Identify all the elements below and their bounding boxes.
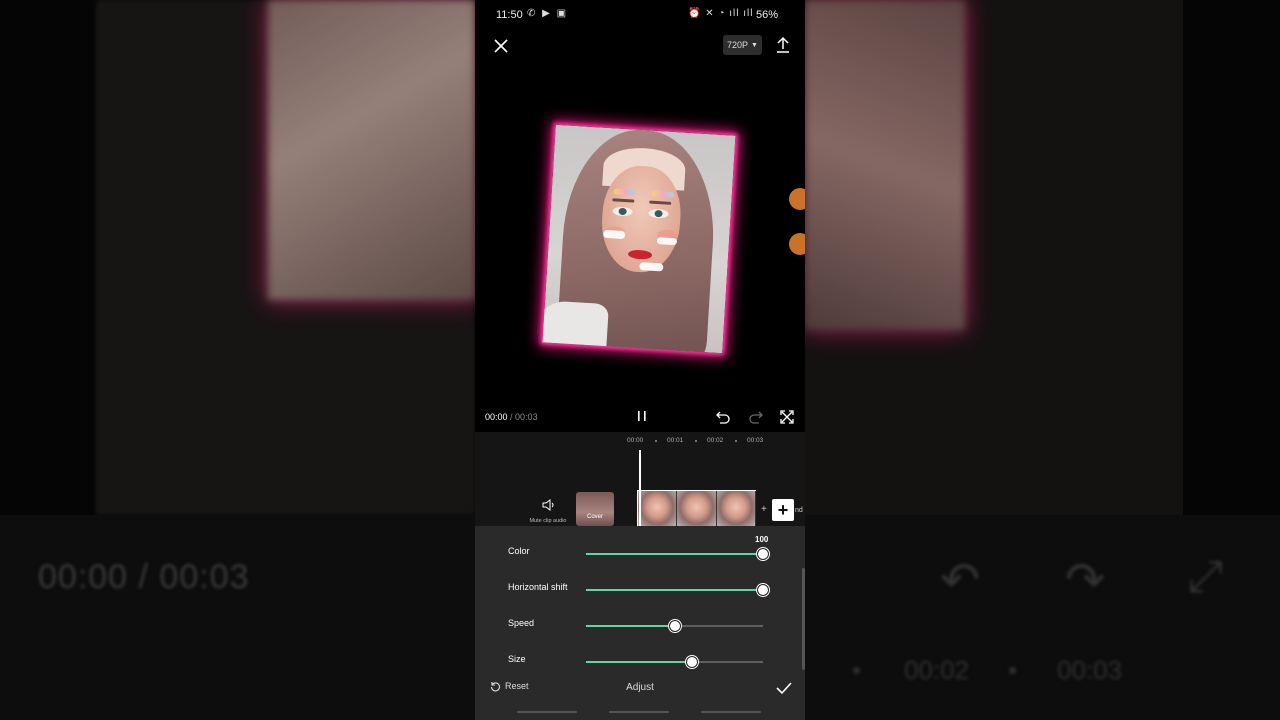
notification-icons: ✆ ▶ ▣ <box>527 8 569 19</box>
slider-row-horizontal-shift: Horizontal shift <box>475 579 805 603</box>
clip-thumbnail <box>677 491 717 527</box>
nav-handle[interactable] <box>517 711 577 713</box>
slider-fill <box>586 661 693 663</box>
ruler-dot <box>655 440 657 442</box>
speed-slider[interactable] <box>586 620 763 632</box>
bg-fullscreen-icon: ⤢ <box>1188 552 1224 601</box>
bg-timecode: 00:00 / 00:03 <box>38 558 250 596</box>
battery-level: 56% <box>756 9 779 21</box>
panel-title: Adjust <box>626 682 654 693</box>
bg-tick-dot: • <box>852 655 862 685</box>
panel-scrollbar[interactable] <box>802 568 805 670</box>
slider-thumb[interactable] <box>757 584 769 596</box>
editor-topbar: 720P ▼ <box>475 30 805 60</box>
eye-shape <box>612 206 633 217</box>
slider-fill <box>586 553 763 555</box>
chevron-down-icon: ▼ <box>751 41 758 49</box>
fullscreen-icon[interactable] <box>779 409 795 425</box>
video-clips[interactable] <box>637 490 756 527</box>
clip-thumbnail <box>638 491 678 527</box>
slider-row-color: Color 100 <box>475 535 805 567</box>
clip-thumbnail <box>716 491 756 527</box>
slider-label: Horizontal shift <box>508 582 568 592</box>
current-time: 00:00 <box>485 412 508 422</box>
bg-tick-dot: • <box>1008 655 1018 685</box>
color-slider[interactable]: 100 <box>586 535 769 560</box>
timeline[interactable]: 00:00 00:01 00:02 00:03 Mute clip audio … <box>475 432 805 527</box>
video-preview[interactable] <box>499 64 780 400</box>
mute-label: Mute clip audio <box>529 518 567 524</box>
add-clip-button[interactable]: + <box>772 499 794 521</box>
status-time: 11:50 <box>496 9 523 21</box>
slider-row-speed: Speed <box>475 615 805 639</box>
playhead[interactable] <box>639 450 641 526</box>
bg-tick-label: 00:03 <box>1057 655 1123 685</box>
ruler-label: 00:03 <box>747 437 764 444</box>
size-slider[interactable] <box>586 656 763 668</box>
eye-shape <box>648 208 669 219</box>
mute-clip-audio-button[interactable]: Mute clip audio <box>528 498 568 524</box>
export-icon[interactable] <box>775 36 791 54</box>
resolution-value: 720P <box>727 40 749 50</box>
status-bar: 11:50 ✆ ▶ ▣ ⏰ ✕ ◔ ıll ıll 56% <box>475 0 805 30</box>
phone-screen: 11:50 ✆ ▶ ▣ ⏰ ✕ ◔ ıll ıll 56% 720P ▼ 00:… <box>475 0 805 720</box>
end-label: nd <box>795 507 803 514</box>
slider-fill <box>586 625 675 627</box>
horizontal-shift-slider[interactable] <box>586 584 769 596</box>
total-time: 00:03 <box>515 412 538 422</box>
bg-right-photo <box>805 0 965 330</box>
bg-tick-label: 00:02 <box>904 655 970 685</box>
bg-left-photo <box>268 0 475 300</box>
ruler-label: 00:00 <box>627 437 644 444</box>
rainbow-shape <box>613 188 637 196</box>
plus-icon: + <box>777 499 789 520</box>
bg-undo-icon: ↶ <box>940 554 981 607</box>
ruler-label: 00:02 <box>707 437 724 444</box>
close-icon[interactable] <box>491 36 511 56</box>
nav-handle[interactable] <box>701 711 761 713</box>
adjust-footer: Reset Adjust <box>475 674 805 704</box>
ruler-dot <box>735 440 737 442</box>
shoulder-shape <box>542 300 609 354</box>
slider-thumb[interactable] <box>668 620 681 632</box>
cloud-shape <box>603 229 626 240</box>
brush-icon[interactable] <box>789 188 805 210</box>
slider-label: Color <box>508 546 530 556</box>
cover-button[interactable]: Cover <box>576 492 614 526</box>
redo-icon[interactable] <box>748 409 764 425</box>
slider-label: Speed <box>508 618 535 628</box>
slider-row-size: Size <box>475 651 805 675</box>
ruler-dot <box>695 440 697 442</box>
lips-shape <box>627 249 653 260</box>
timecode: 00:00 / 00:03 <box>485 412 538 422</box>
video-frame <box>542 124 736 354</box>
system-icons: ⏰ ✕ ◔ ıll ıll <box>688 8 754 19</box>
slider-label: Size <box>508 654 526 664</box>
cloud-shape <box>639 262 664 272</box>
cloud-shape <box>656 237 678 246</box>
bg-redo-icon: ↷ <box>1065 554 1106 607</box>
add-small-icon[interactable]: + <box>761 504 767 515</box>
slider-thumb[interactable] <box>686 656 699 668</box>
ruler-label: 00:01 <box>667 437 684 444</box>
slider-value: 100 <box>755 535 769 544</box>
nav-handle[interactable] <box>609 711 669 713</box>
slider-thumb[interactable] <box>757 548 769 560</box>
rainbow-shape <box>651 190 674 199</box>
pause-icon[interactable] <box>635 409 649 423</box>
eyebrow-shape <box>649 200 672 205</box>
android-nav-bar <box>475 706 805 720</box>
resolution-dropdown[interactable]: 720P ▼ <box>723 35 762 55</box>
undo-icon[interactable] <box>715 409 731 425</box>
cover-label: Cover <box>586 514 603 520</box>
record-icon[interactable] <box>789 233 805 255</box>
time-separator: / <box>507 412 516 422</box>
slider-fill <box>586 589 763 591</box>
playback-controls: 00:00 / 00:03 <box>475 405 805 429</box>
speaker-icon <box>542 499 554 511</box>
check-icon[interactable] <box>775 679 793 697</box>
eyebrow-shape <box>612 198 635 203</box>
